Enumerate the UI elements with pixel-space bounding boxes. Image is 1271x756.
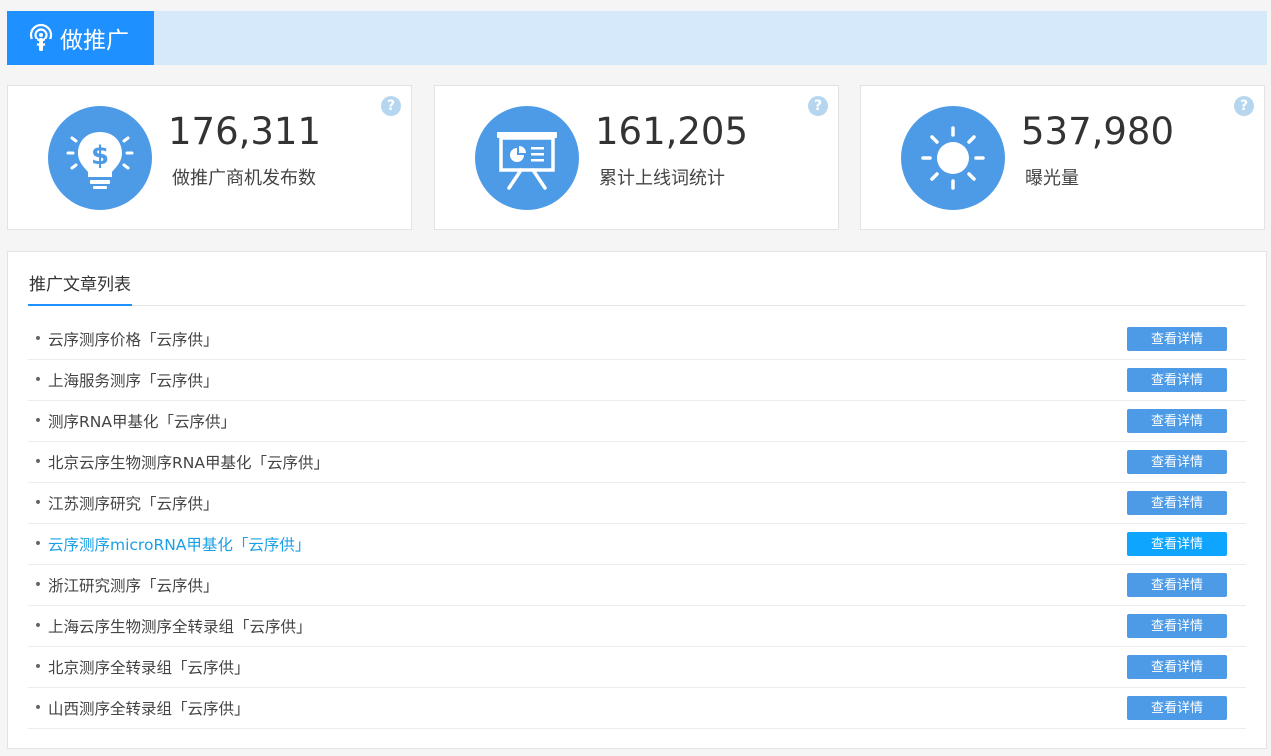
view-details-button[interactable]: 查看详情 bbox=[1127, 532, 1227, 556]
list-item[interactable]: • 北京云序生物测序RNA甲基化「云序供」 查看详情 bbox=[28, 442, 1246, 483]
help-icon[interactable]: ? bbox=[1234, 96, 1254, 116]
page-title: 做推广 bbox=[60, 28, 129, 54]
stat-label: 做推广商机发布数 bbox=[172, 168, 316, 189]
view-details-button[interactable]: 查看详情 bbox=[1127, 450, 1227, 474]
article-title[interactable]: 山西测序全转录组「云序供」 bbox=[48, 697, 250, 719]
stat-card-keywords: 161,205 累计上线词统计 ? bbox=[434, 85, 839, 230]
bullet: • bbox=[33, 577, 43, 593]
list-item-highlighted[interactable]: • 云序测序microRNA甲基化「云序供」 查看详情 bbox=[28, 524, 1246, 565]
view-details-button[interactable]: 查看详情 bbox=[1127, 573, 1227, 597]
list-item[interactable]: • 上海服务测序「云序供」 查看详情 bbox=[28, 360, 1246, 401]
list-item[interactable]: • 测序RNA甲基化「云序供」 查看详情 bbox=[28, 401, 1246, 442]
presentation-board-icon bbox=[475, 106, 579, 210]
list-item[interactable]: • 江苏测序研究「云序供」 查看详情 bbox=[28, 483, 1246, 524]
bullet: • bbox=[33, 331, 43, 347]
svg-text:$: $ bbox=[91, 141, 109, 171]
stat-value: 161,205 bbox=[595, 110, 749, 153]
article-title[interactable]: 云序测序microRNA甲基化「云序供」 bbox=[48, 533, 310, 555]
list-item[interactable]: • 云序测序价格「云序供」 查看详情 bbox=[28, 319, 1246, 360]
view-details-button[interactable]: 查看详情 bbox=[1127, 409, 1227, 433]
view-details-button[interactable]: 查看详情 bbox=[1127, 614, 1227, 638]
help-icon[interactable]: ? bbox=[808, 96, 828, 116]
article-title[interactable]: 北京云序生物测序RNA甲基化「云序供」 bbox=[48, 451, 329, 473]
stat-label: 累计上线词统计 bbox=[599, 168, 725, 189]
article-title[interactable]: 测序RNA甲基化「云序供」 bbox=[48, 410, 236, 432]
header-tab[interactable]: 做推广 bbox=[7, 11, 154, 65]
list-item[interactable]: • 山西测序全转录组「云序供」 查看详情 bbox=[28, 688, 1246, 729]
stat-value: 537,980 bbox=[1021, 110, 1175, 153]
bullet: • bbox=[33, 495, 43, 511]
stat-card-exposure: 537,980 曝光量 ? bbox=[860, 85, 1265, 230]
bullet: • bbox=[33, 413, 43, 429]
stat-card-opportunities: $ 176,311 做推广商机发布数 ? bbox=[7, 85, 412, 230]
article-title[interactable]: 云序测序价格「云序供」 bbox=[48, 328, 219, 350]
stat-label: 曝光量 bbox=[1025, 168, 1079, 189]
article-title[interactable]: 上海服务测序「云序供」 bbox=[48, 369, 219, 391]
stat-value: 176,311 bbox=[168, 110, 322, 153]
help-icon[interactable]: ? bbox=[381, 96, 401, 116]
sun-icon bbox=[901, 106, 1005, 210]
tab-article-list[interactable]: 推广文章列表 bbox=[28, 271, 132, 306]
view-details-button[interactable]: 查看详情 bbox=[1127, 655, 1227, 679]
article-list-panel: 推广文章列表 • 云序测序价格「云序供」 查看详情 • 上海服务测序「云序供」 … bbox=[7, 251, 1267, 749]
header-bar: 做推广 bbox=[7, 11, 1267, 65]
bullet: • bbox=[33, 618, 43, 634]
money-bulb-icon: $ bbox=[48, 106, 152, 210]
view-details-button[interactable]: 查看详情 bbox=[1127, 327, 1227, 351]
list-item[interactable]: • 浙江研究测序「云序供」 查看详情 bbox=[28, 565, 1246, 606]
bullet: • bbox=[33, 536, 43, 552]
bullet: • bbox=[33, 372, 43, 388]
list-item[interactable]: • 北京测序全转录组「云序供」 查看详情 bbox=[28, 647, 1246, 688]
article-title[interactable]: 浙江研究测序「云序供」 bbox=[48, 574, 219, 596]
list-tabs: 推广文章列表 bbox=[28, 271, 1246, 306]
article-title[interactable]: 江苏测序研究「云序供」 bbox=[48, 492, 219, 514]
view-details-button[interactable]: 查看详情 bbox=[1127, 491, 1227, 515]
article-title[interactable]: 北京测序全转录组「云序供」 bbox=[48, 656, 250, 678]
article-title[interactable]: 上海云序生物测序全转录组「云序供」 bbox=[48, 615, 312, 637]
view-details-button[interactable]: 查看详情 bbox=[1127, 368, 1227, 392]
article-list: • 云序测序价格「云序供」 查看详情 • 上海服务测序「云序供」 查看详情 • … bbox=[28, 319, 1246, 729]
bullet: • bbox=[33, 700, 43, 716]
bullet: • bbox=[33, 659, 43, 675]
list-item[interactable]: • 上海云序生物测序全转录组「云序供」 查看详情 bbox=[28, 606, 1246, 647]
bullet: • bbox=[33, 454, 43, 470]
broadcast-icon bbox=[28, 23, 54, 53]
view-details-button[interactable]: 查看详情 bbox=[1127, 696, 1227, 720]
